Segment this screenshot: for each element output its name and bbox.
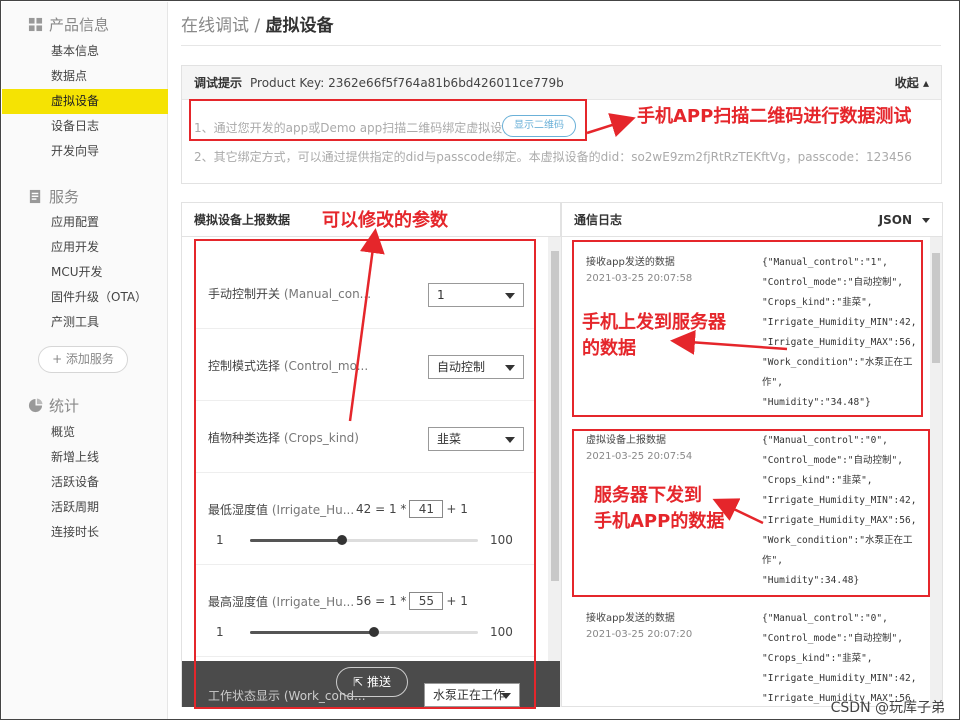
- debug-tip-header: 调试提示 Product Key: 2362e66f5f764a81b6bd42…: [182, 66, 941, 100]
- log-entry-type: 接收app发送的数据: [586, 613, 675, 624]
- watermark: CSDN @玩库子弟: [830, 700, 945, 716]
- breadcrumb-parent[interactable]: 在线调试: [181, 16, 249, 36]
- log-entry: 接收app发送的数据 2021-03-25 20:07:20 {"Manual_…: [574, 609, 924, 706]
- annotation-text-downlink-1: 服务器下发到: [594, 485, 702, 506]
- breadcrumb: 在线调试 / 虚拟设备: [181, 11, 334, 36]
- sidebar-item-overview[interactable]: 概览: [2, 420, 168, 445]
- sidebar-item-active-devices[interactable]: 活跃设备: [2, 470, 168, 495]
- sidebar-item-device-log[interactable]: 设备日志: [2, 114, 168, 139]
- document-icon: [29, 189, 41, 204]
- sidebar-item-dev-guide[interactable]: 开发向导: [2, 139, 168, 164]
- annotation-text-uplink-2: 的数据: [582, 338, 636, 359]
- log-json-line: {"Manual_control":"0",: [762, 613, 888, 624]
- sidebar-item-new-online[interactable]: 新增上线: [2, 445, 168, 470]
- sidebar-section-title: 统计: [49, 397, 80, 415]
- log-json-line: "Control_mode":"自动控制",: [762, 633, 903, 644]
- sidebar-item-app-config[interactable]: 应用配置: [2, 210, 168, 235]
- sidebar-item-mcu-dev[interactable]: MCU开发: [2, 260, 168, 285]
- log-json-line: "Crops_kind":"韭菜",: [762, 653, 873, 664]
- sidebar-section-title: 产品信息: [49, 16, 110, 34]
- log-panel-header: 通信日志 JSON: [562, 203, 942, 237]
- sidebar-section-service: 服务: [28, 186, 79, 207]
- grid-icon: [28, 17, 43, 32]
- pie-chart-icon: [28, 398, 43, 413]
- add-service-button[interactable]: + 添加服务: [38, 346, 128, 373]
- sidebar-item-virtual-device[interactable]: 虚拟设备: [2, 89, 168, 114]
- sidebar-item-connect-duration[interactable]: 连接时长: [2, 520, 168, 545]
- log-panel-scrollbar[interactable]: [930, 237, 942, 706]
- scrollbar-thumb[interactable]: [551, 251, 559, 581]
- log-entry-json: {"Manual_control":"0", "Control_mode":"自动…: [762, 609, 922, 706]
- debug-tip-title: 调试提示: [194, 76, 243, 90]
- collapse-toggle[interactable]: 收起 ▴: [895, 74, 929, 91]
- caret-up-icon: ▴: [922, 76, 929, 90]
- sidebar-item-ota[interactable]: 固件升级（OTA）: [2, 285, 168, 310]
- sidebar-item-app-dev[interactable]: 应用开发: [2, 235, 168, 260]
- log-panel-title: 通信日志: [574, 213, 623, 227]
- screenshot-frame: 产品信息 基本信息 数据点 虚拟设备 设备日志 开发向导 服务 应用配置 应用开…: [0, 0, 960, 720]
- annotation-box-qr: [189, 99, 587, 141]
- annotation-text-uplink-1: 手机上发到服务器: [582, 312, 726, 333]
- sidebar-item-active-cycle[interactable]: 活跃周期: [2, 495, 168, 520]
- sidebar: 产品信息 基本信息 数据点 虚拟设备 设备日志 开发向导 服务 应用配置 应用开…: [2, 2, 168, 719]
- annotation-text-qr: 手机APP扫描二维码进行数据测试: [637, 106, 912, 127]
- page-title: 虚拟设备: [265, 16, 334, 36]
- annotation-text-params: 可以修改的参数: [322, 210, 448, 231]
- sidebar-section-product: 产品信息: [28, 14, 109, 35]
- log-json-line: "Irrigate_Humidity_MIN":42,: [762, 673, 917, 684]
- log-format-select[interactable]: JSON: [879, 213, 930, 227]
- sidebar-item-test-tool[interactable]: 产测工具: [2, 310, 168, 335]
- breadcrumb-separator: /: [249, 16, 266, 36]
- scrollbar-thumb[interactable]: [932, 253, 940, 363]
- annotation-text-downlink-2: 手机APP的数据: [594, 511, 725, 532]
- sim-panel-scrollbar[interactable]: [548, 237, 562, 707]
- sidebar-section-stats: 统计: [28, 395, 79, 416]
- annotation-box-params: [194, 239, 536, 709]
- collapse-label: 收起: [894, 76, 919, 90]
- tip-line-2: 2、其它绑定方式，可以通过提供指定的did与passcode绑定。本虚拟设备的d…: [194, 150, 912, 164]
- log-entry-time: 2021-03-25 20:07:20: [586, 629, 693, 640]
- sidebar-section-title: 服务: [49, 188, 80, 206]
- product-key: Product Key: 2362e66f5f764a81b6bd426011c…: [250, 75, 564, 90]
- sidebar-item-datapoints[interactable]: 数据点: [2, 64, 168, 89]
- sidebar-item-basic-info[interactable]: 基本信息: [2, 39, 168, 64]
- header-divider: [181, 45, 941, 46]
